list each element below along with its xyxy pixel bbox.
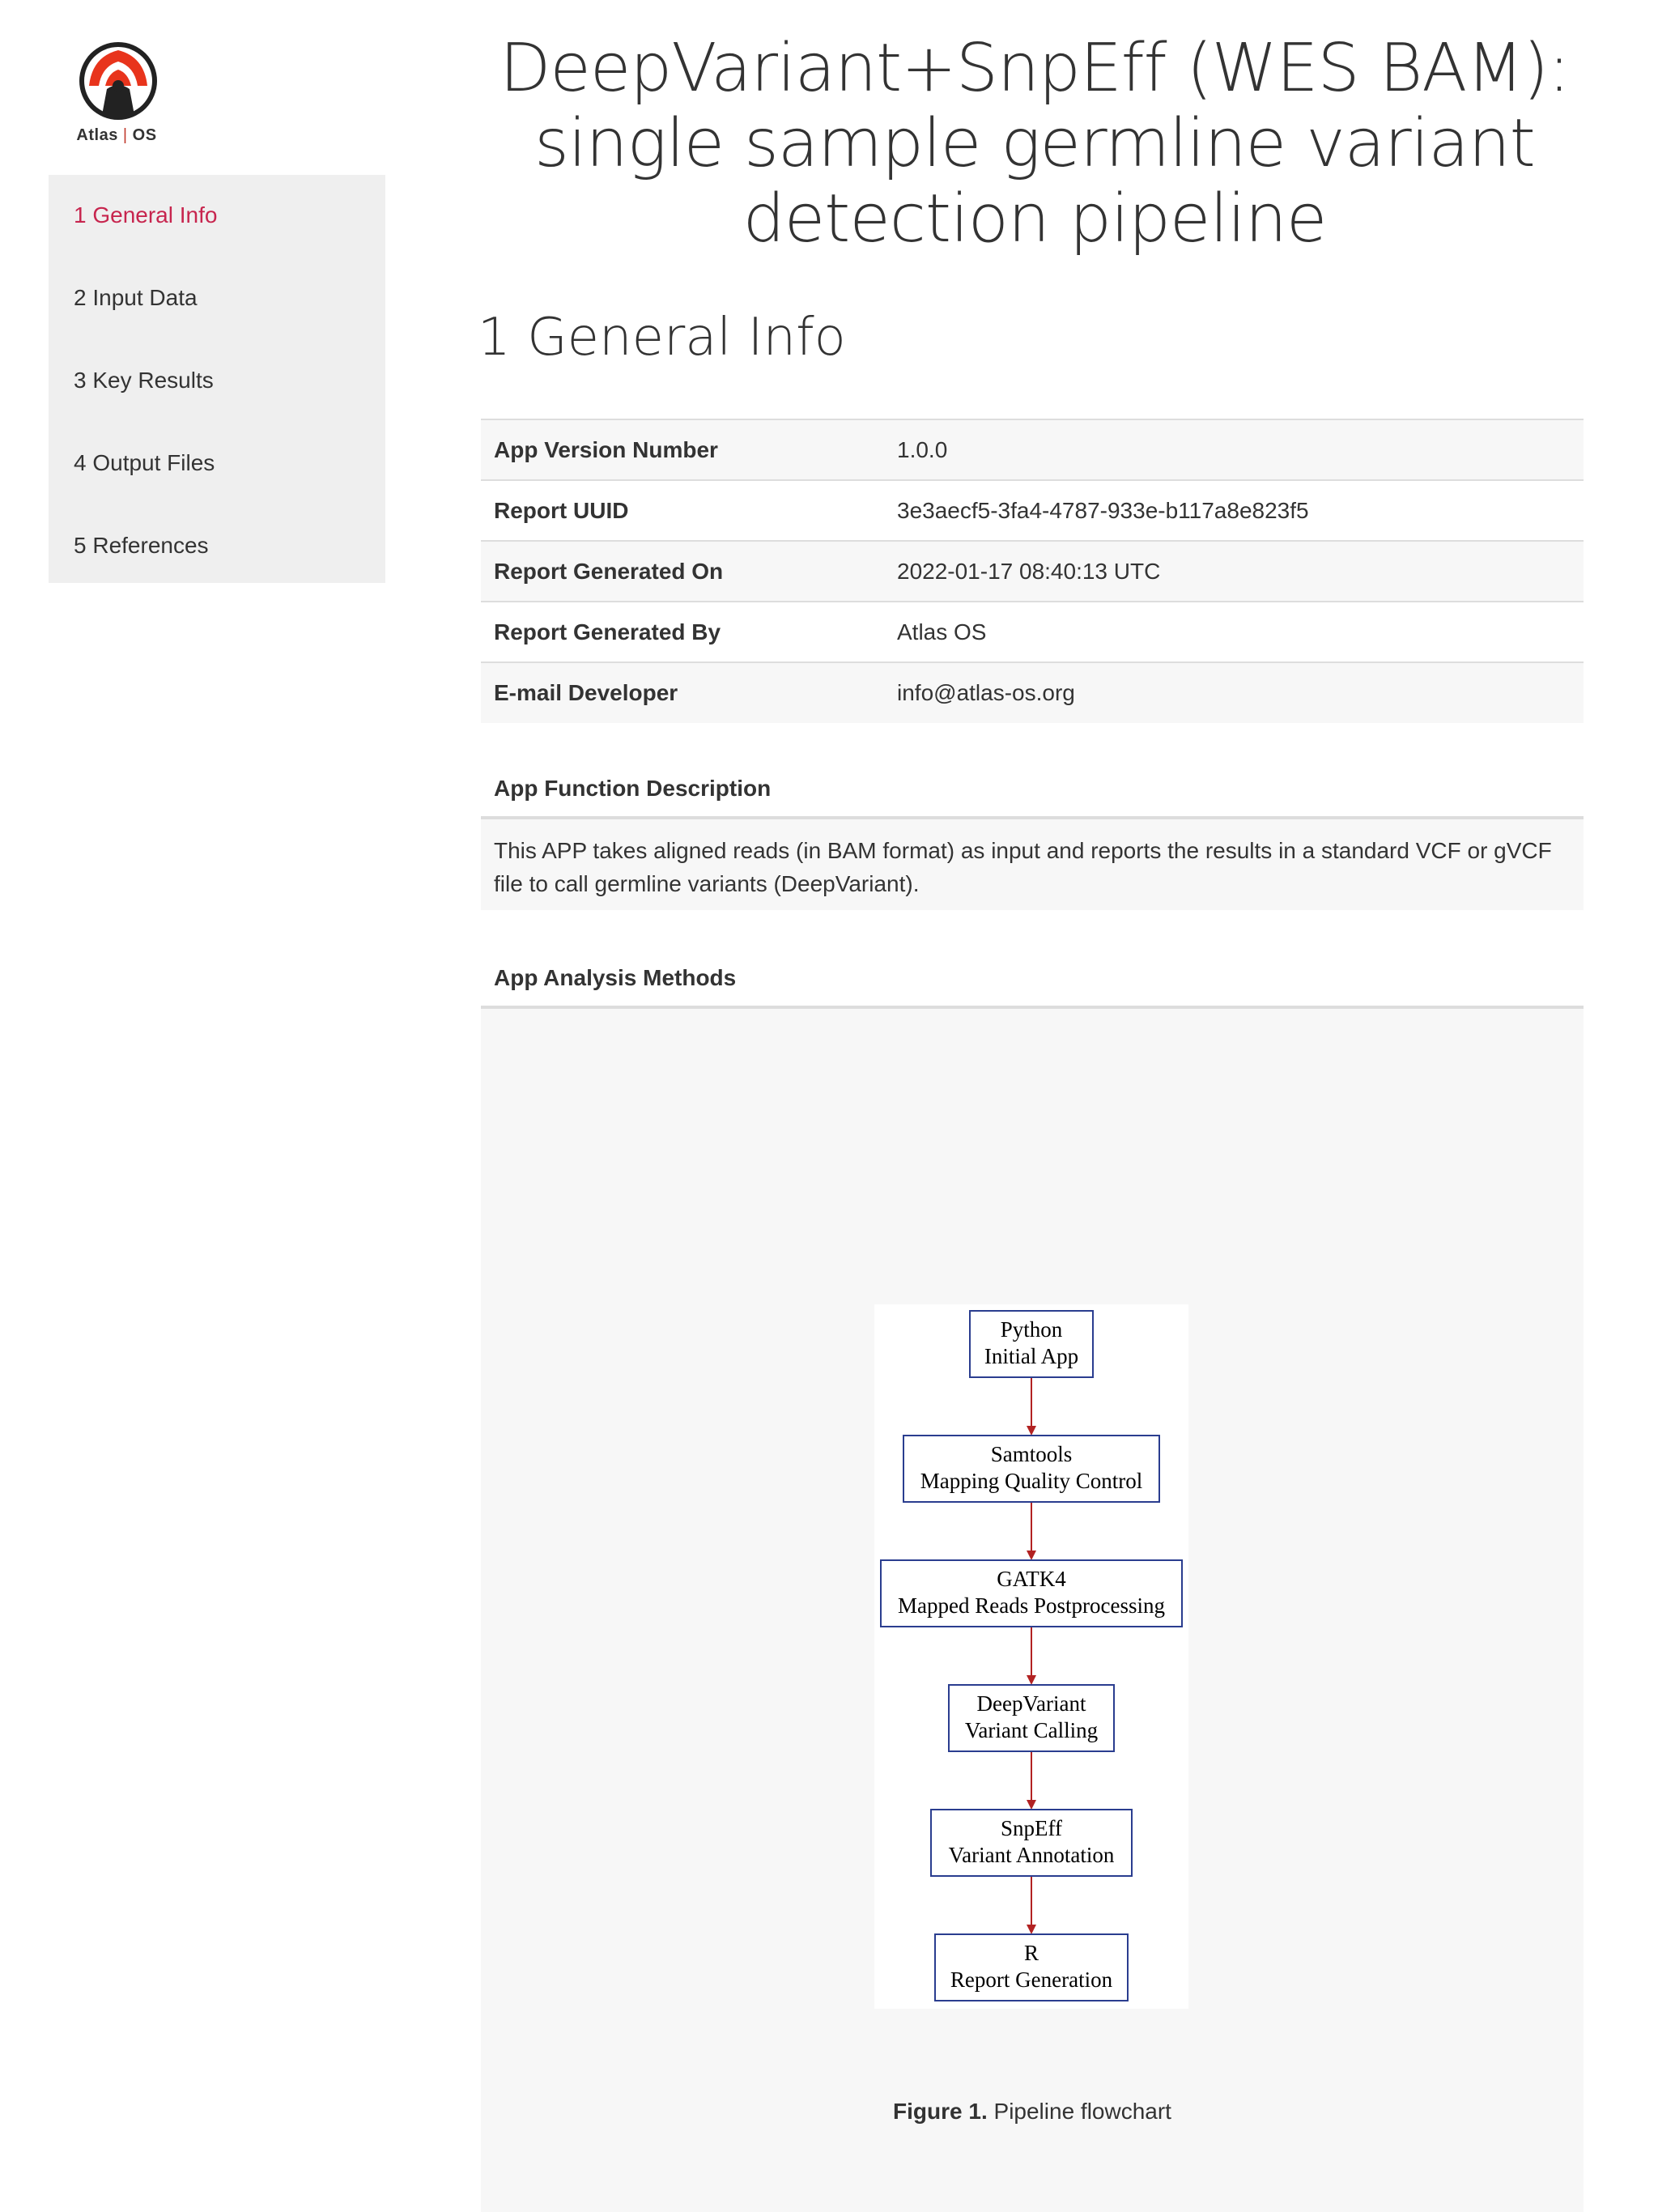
logo-brand-suffix: OS <box>132 126 157 144</box>
flowchart-node: SnpEff Variant Annotation <box>930 1809 1133 1877</box>
toc-item-input-data[interactable]: 2 Input Data <box>74 285 198 311</box>
figure-caption: Figure 1. Pipeline flowchart <box>481 2099 1584 2125</box>
analysis-methods-panel: Python Initial App Samtools Mapping Quality… <box>481 1009 1584 2212</box>
table-key: App Version Number <box>481 419 884 480</box>
table-key: Report Generated By <box>481 601 884 662</box>
table-row: Report Generated By Atlas OS <box>481 601 1584 662</box>
table-of-contents: 1 General Info 2 Input Data 3 Key Result… <box>49 175 385 583</box>
toc-item-general-info[interactable]: 1 General Info <box>74 202 217 228</box>
table-row: Report UUID 3e3aecf5-3fa4-4787-933e-b117… <box>481 479 1584 541</box>
atlas-os-logo-icon <box>79 42 157 120</box>
flowchart-node-label: Variant Calling <box>965 1718 1098 1742</box>
flowchart-node-label: Variant Annotation <box>949 1843 1115 1867</box>
page-title-line-2: single sample germline variant <box>534 105 1536 182</box>
function-description-line-1: This APP takes aligned reads (in BAM for… <box>494 838 1552 863</box>
table-value: Atlas OS <box>884 601 1584 662</box>
page-title-line-1: DeepVariant+SnpEff (WES BAM): <box>500 30 1570 107</box>
general-info-table: App Version Number 1.0.0 Report UUID 3e3… <box>481 419 1584 723</box>
table-value: 3e3aecf5-3fa4-4787-933e-b117a8e823f5 <box>884 479 1584 541</box>
pipeline-flowchart: Python Initial App Samtools Mapping Quality… <box>874 1304 1188 2009</box>
table-value: 2022-01-17 08:40:13 UTC <box>884 540 1584 602</box>
function-description-heading: App Function Description <box>481 776 1584 819</box>
page-title: DeepVariant+SnpEff (WES BAM): single sam… <box>486 31 1584 257</box>
flowchart-node-label: Mapped Reads Postprocessing <box>898 1593 1165 1618</box>
flowchart-node: RReport Generation <box>934 1933 1129 2001</box>
table-key: E-mail Developer <box>481 661 884 723</box>
flowchart-node-label: Mapping Quality Control <box>920 1469 1142 1493</box>
flowchart-node-label: Initial App <box>984 1344 1078 1368</box>
page-title-line-3: detection pipeline <box>742 181 1328 257</box>
toc-item-references[interactable]: 5 References <box>74 533 209 559</box>
toc-item-key-results[interactable]: 3 Key Results <box>74 368 214 393</box>
logo-brand: Atlas <box>76 126 118 144</box>
flowchart-node-label: Samtools <box>991 1442 1073 1466</box>
toc-item-output-files[interactable]: 4 Output Files <box>74 450 215 476</box>
logo-text: Atlas | OS <box>74 126 159 145</box>
table-key: Report Generated On <box>481 540 884 602</box>
flowchart-node: PythonInitial App <box>969 1310 1094 1378</box>
figure-caption-text: Pipeline flowchart <box>993 2099 1171 2124</box>
flowchart-node-label: Python <box>1001 1317 1063 1342</box>
flowchart-node: DeepVariantVariant Calling <box>948 1684 1115 1752</box>
table-row: Report Generated On 2022-01-17 08:40:13 … <box>481 540 1584 602</box>
function-description-text: This APP takes aligned reads (in BAM for… <box>481 819 1584 910</box>
flowchart-node-label: R <box>1024 1941 1039 1965</box>
flowchart-node: Samtools Mapping Quality Control <box>903 1435 1160 1503</box>
flowchart-node-label: GATK4 <box>997 1567 1066 1591</box>
table-row: E-mail Developer info@atlas-os.org <box>481 661 1584 723</box>
section-title-general-info: 1 General Info <box>478 308 846 368</box>
table-row: App Version Number 1.0.0 <box>481 419 1584 480</box>
flowchart-node-label: SnpEff <box>1001 1816 1062 1840</box>
flowchart-node-label: DeepVariant <box>977 1691 1086 1716</box>
flowchart-node: GATK4Mapped Reads Postprocessing <box>880 1559 1183 1627</box>
table-value: info@atlas-os.org <box>884 661 1584 723</box>
table-value: 1.0.0 <box>884 419 1584 480</box>
atlas-os-logo: Atlas | OS <box>74 40 165 154</box>
logo-separator: | <box>122 126 128 144</box>
flowchart-node-label: Report Generation <box>950 1967 1113 1992</box>
function-description-line-2: file to call germline variants (DeepVari… <box>494 871 920 896</box>
analysis-methods-heading: App Analysis Methods <box>481 965 1584 1009</box>
table-key: Report UUID <box>481 479 884 541</box>
figure-caption-label: Figure 1. <box>893 2099 988 2124</box>
